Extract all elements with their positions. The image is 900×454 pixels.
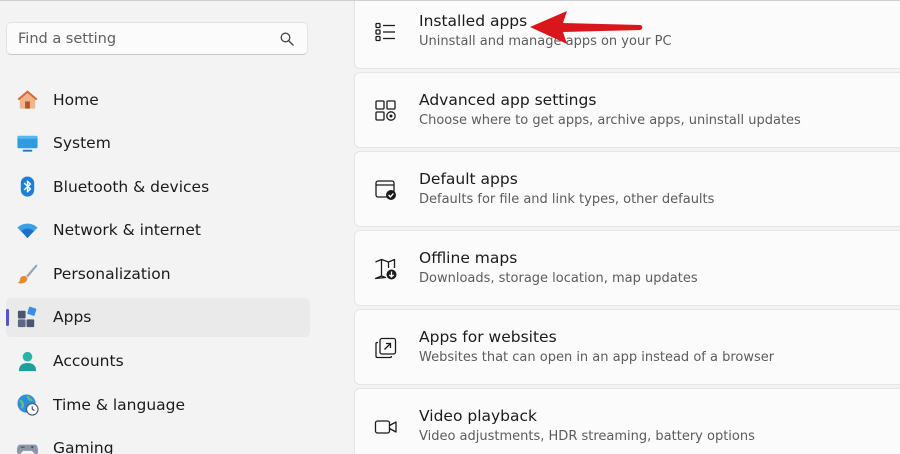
search-box[interactable] — [6, 22, 308, 55]
gamepad-icon — [16, 444, 39, 454]
selection-indicator — [6, 308, 9, 326]
card-description: Video adjustments, HDR streaming, batter… — [419, 429, 755, 444]
map-download-icon — [374, 258, 397, 280]
sidebar-item-system[interactable]: System — [6, 124, 310, 163]
card-advanced-app-settings[interactable]: Advanced app settings Choose where to ge… — [354, 72, 900, 148]
app-settings-icon — [375, 100, 396, 121]
card-title: Advanced app settings — [419, 91, 597, 109]
card-description: Choose where to get apps, archive apps, … — [419, 113, 801, 128]
card-video-playback[interactable]: Video playback Video adjustments, HDR st… — [354, 388, 900, 454]
card-offline-maps[interactable]: Offline maps Downloads, storage location… — [354, 230, 900, 306]
card-description: Websites that can open in an app instead… — [419, 350, 775, 365]
sidebar-item-label: Bluetooth & devices — [53, 177, 210, 196]
card-description: Defaults for file and link types, other … — [419, 192, 715, 207]
search-input[interactable] — [18, 23, 268, 54]
person-icon — [18, 351, 37, 371]
video-icon — [374, 420, 397, 434]
open-in-app-icon — [375, 337, 397, 359]
sidebar-item-label: Accounts — [53, 352, 124, 371]
sidebar-item-gaming[interactable]: Gaming — [6, 429, 310, 454]
default-apps-icon — [375, 180, 396, 200]
sidebar-item-label: Time & language — [53, 395, 186, 414]
sidebar-item-network[interactable]: Network & internet — [6, 211, 310, 250]
sidebar-item-personalization[interactable]: Personalization — [6, 254, 310, 293]
monitor-icon — [17, 135, 38, 152]
sidebar-item-label: Personalization — [53, 264, 171, 283]
sidebar-item-label: Gaming — [53, 439, 114, 454]
globe-clock-icon — [17, 394, 39, 416]
card-default-apps[interactable]: Default apps Defaults for file and link … — [354, 151, 900, 227]
sidebar-item-bluetooth[interactable]: Bluetooth & devices — [6, 167, 310, 206]
apps-icon — [17, 306, 37, 328]
search-icon[interactable] — [280, 32, 294, 46]
card-title: Video playback — [419, 407, 538, 425]
sidebar-nav: Home System Bluetooth & devices Network … — [6, 80, 310, 454]
card-title: Installed apps — [419, 12, 528, 30]
sidebar-item-label: Home — [53, 90, 99, 109]
card-title: Offline maps — [419, 249, 518, 267]
card-description: Downloads, storage location, map updates — [419, 271, 698, 286]
sidebar-item-label: Apps — [53, 308, 92, 327]
sidebar-item-home[interactable]: Home — [6, 80, 310, 119]
sidebar-item-apps[interactable]: Apps — [6, 297, 310, 337]
list-icon — [375, 22, 395, 42]
annotation-arrow — [530, 11, 643, 44]
sidebar-item-time-language[interactable]: Time & language — [6, 385, 310, 424]
sidebar-item-label: System — [53, 134, 111, 153]
card-title: Apps for websites — [419, 328, 557, 346]
settings-window: Home System Bluetooth & devices Network … — [0, 0, 900, 454]
bluetooth-icon — [20, 176, 35, 197]
brush-icon — [17, 264, 38, 284]
sidebar-item-label: Network & internet — [53, 221, 201, 240]
card-apps-for-websites[interactable]: Apps for websites Websites that can open… — [354, 309, 900, 385]
wifi-icon — [17, 223, 38, 238]
sidebar-item-accounts[interactable]: Accounts — [6, 342, 310, 381]
home-icon — [17, 90, 38, 109]
card-title: Default apps — [419, 170, 518, 188]
